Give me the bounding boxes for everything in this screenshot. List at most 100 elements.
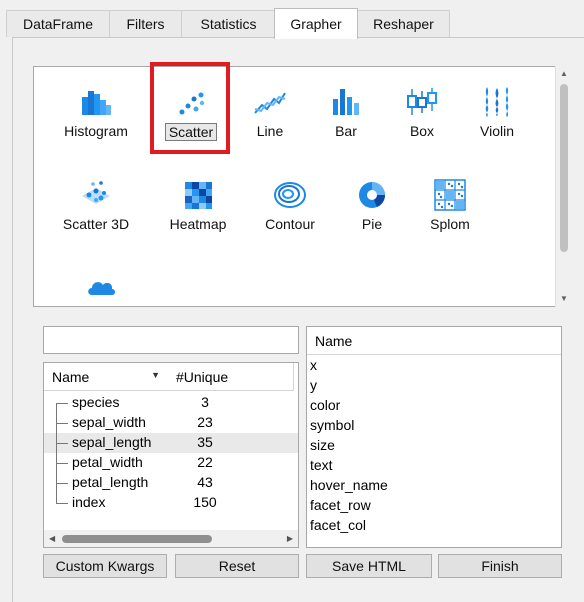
columns-horizontal-scrollbar[interactable]: ◀ ▶ [44,530,298,547]
chart-type-label: Heatmap [169,216,227,232]
chart-type-label: Histogram [64,123,128,139]
param-item-hover-name[interactable]: hover_name [307,475,561,495]
chart-type-heatmap[interactable]: Heatmap [158,178,238,232]
row-unique: 35 [197,434,213,450]
chart-type-label: Contour [265,216,315,232]
param-item-facet-col[interactable]: facet_col [307,515,561,535]
chart-type-label: Violin [480,123,514,139]
chart-type-histogram[interactable]: Histogram [56,85,136,139]
tree-branch [56,493,68,513]
pie-icon [359,182,385,208]
chart-type-contour[interactable]: Contour [250,178,330,232]
finish-button[interactable]: Finish [438,554,562,578]
scroll-left-arrow-icon[interactable]: ◀ [49,530,55,547]
table-row[interactable]: index 150 [44,493,298,513]
scroll-right-arrow-icon[interactable]: ▶ [287,530,293,547]
table-row[interactable]: species 3 [44,393,298,413]
param-item-color[interactable]: color [307,395,561,415]
param-item-size[interactable]: size [307,435,561,455]
chart-type-splom[interactable]: Splom [410,178,490,232]
scroll-up-arrow-icon[interactable]: ▲ [556,66,572,82]
tab-label: Filters [126,16,165,32]
chart-type-label: Bar [335,123,357,139]
tab-label: Grapher [290,16,342,32]
cloud-icon [88,282,115,295]
chart-type-bar[interactable]: Bar [306,85,386,139]
columns-table: Name ▼ #Unique species 3 sepal_width 23 … [43,362,299,548]
tab-reshaper[interactable]: Reshaper [357,10,450,37]
tab-filters[interactable]: Filters [109,10,182,37]
button-label: Custom Kwargs [55,558,155,574]
chart-type-scatter[interactable]: Scatter [151,85,231,141]
tab-dataframe[interactable]: DataFrame [6,10,110,37]
row-name: petal_length [72,474,149,490]
chart-type-label: Box [409,123,435,139]
table-row[interactable]: sepal_width 23 [44,413,298,433]
param-item-x[interactable]: x [307,355,561,375]
parameters-header: Name [307,327,561,355]
chart-type-box[interactable]: Box [382,85,462,139]
row-unique: 23 [197,414,213,430]
column-filter-input[interactable] [43,326,299,354]
row-name: sepal_width [72,414,146,430]
chart-type-label: Scatter [164,123,218,141]
chart-type-label: Line [256,123,284,139]
tree-branch [56,413,68,433]
param-item-y[interactable]: y [307,375,561,395]
tree-branch [56,433,68,453]
chart-type-label: Splom [430,216,470,232]
table-row-selected[interactable]: sepal_length 35 [44,433,298,453]
save-html-button[interactable]: Save HTML [306,554,432,578]
tab-grapher[interactable]: Grapher [274,8,358,39]
reset-button[interactable]: Reset [175,554,299,578]
chart-type-line[interactable]: Line [230,85,310,139]
row-unique: 43 [197,474,213,490]
splom-icon [434,179,466,211]
column-header-unique[interactable]: #Unique [168,363,294,391]
row-unique: 150 [193,494,217,510]
header-label: Name [52,368,90,385]
chart-type-violin[interactable]: Violin [457,85,537,139]
heatmap-icon [185,182,212,209]
tab-label: Reshaper [373,16,434,32]
scrollbar-thumb[interactable] [62,535,212,543]
row-unique: 3 [201,394,209,410]
sort-dropdown-icon[interactable]: ▼ [151,370,160,380]
scatter-icon [179,92,205,115]
button-label: Reset [218,558,256,574]
chart-type-gallery: Histogram Scatter Line Bar Box Violin Sc… [33,66,572,307]
bar-icon [333,89,359,115]
param-item-text[interactable]: text [307,455,561,475]
param-item-facet-row[interactable]: facet_row [307,495,561,515]
scrollbar-thumb[interactable] [560,84,568,252]
chart-type-scatter-3d[interactable]: Scatter 3D [56,178,136,232]
tab-label: DataFrame [22,16,94,32]
chart-type-cloud[interactable] [61,271,141,305]
table-row[interactable]: petal_width 22 [44,453,298,473]
row-unique: 22 [197,454,213,470]
tab-statistics[interactable]: Statistics [181,10,276,37]
custom-kwargs-button[interactable]: Custom Kwargs [43,554,167,578]
chart-type-label: Pie [361,216,383,232]
scatter-3d-icon [82,181,110,204]
box-icon [407,88,437,115]
tree-branch [56,453,68,473]
plot-parameters-list: Name x y color symbol size text hover_na… [306,326,562,548]
tree-branch [56,473,68,493]
row-name: petal_width [72,454,143,470]
violin-icon [485,87,509,117]
header-label: Name [315,332,353,349]
chart-type-label: Scatter 3D [62,216,130,232]
button-label: Save HTML [332,558,406,574]
tree-branch [56,393,68,413]
table-row[interactable]: petal_length 43 [44,473,298,493]
gallery-scrollbar[interactable]: ▲ ▼ [555,66,572,307]
line-icon [254,92,286,114]
chart-type-pie[interactable]: Pie [332,178,412,232]
row-name: sepal_length [72,434,152,450]
column-header-name[interactable]: Name ▼ [44,363,169,391]
row-name: species [72,394,120,410]
param-item-symbol[interactable]: symbol [307,415,561,435]
histogram-icon [82,91,111,115]
scroll-down-arrow-icon[interactable]: ▼ [556,291,572,307]
